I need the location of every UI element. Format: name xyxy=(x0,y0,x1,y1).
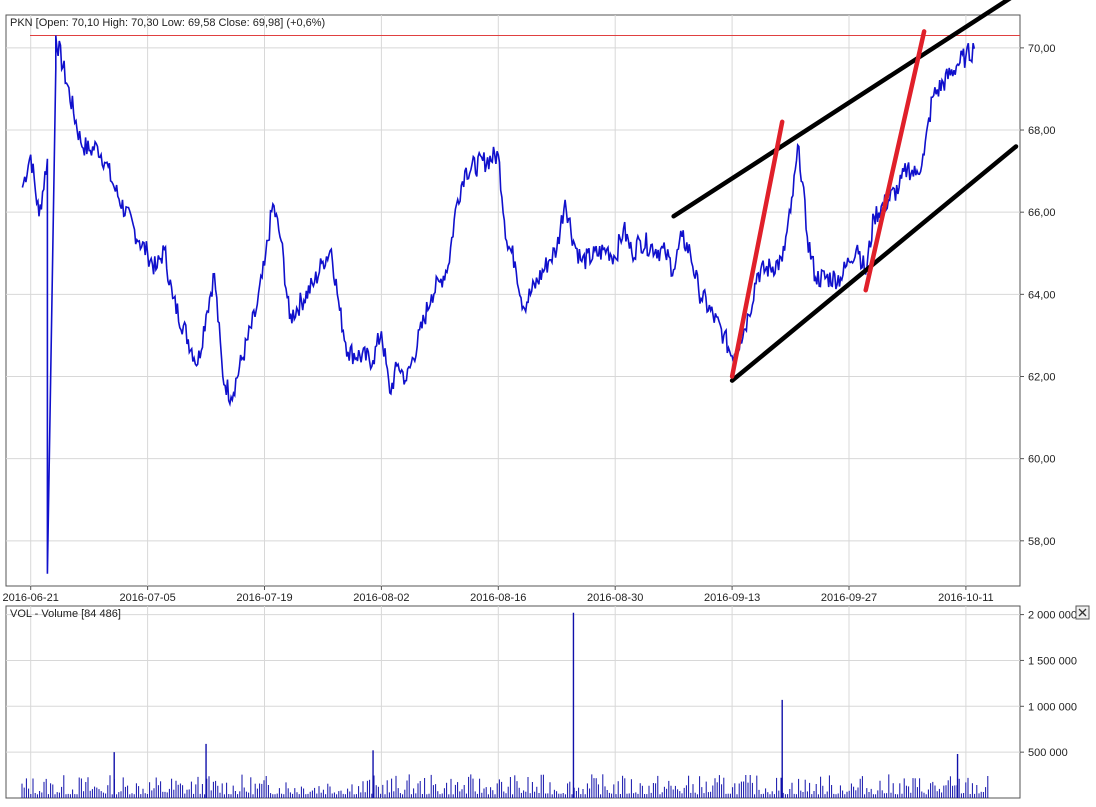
price-x-axis: 2016-06-21 2016-07-05 2016-07-19 2016-08-02… xyxy=(3,586,994,604)
stock-chart: 58,00 60,00 62,00 64,00 66,00 68,00 70,00 2016… xyxy=(0,0,1096,802)
price-x-tick-label: 2016-07-19 xyxy=(236,592,292,604)
volume-y-tick-label: 1 000 000 xyxy=(1028,701,1077,713)
price-x-tick-label: 2016-06-21 xyxy=(3,592,59,604)
price-x-tick-label: 2016-07-05 xyxy=(119,592,175,604)
price-x-tick-label: 2016-09-13 xyxy=(704,592,760,604)
price-x-tick-label: 2016-10-11 xyxy=(938,592,993,604)
price-y-tick-label: 68,00 xyxy=(1028,125,1056,137)
price-x-tick-label: 2016-08-02 xyxy=(353,592,409,604)
price-y-tick-label: 58,00 xyxy=(1028,536,1056,548)
volume-panel xyxy=(5,605,1021,799)
price-y-axis: 58,00 60,00 62,00 64,00 66,00 68,00 70,00 xyxy=(1020,43,1056,548)
close-icon[interactable] xyxy=(1075,605,1090,620)
price-y-tick-label: 62,00 xyxy=(1028,371,1056,383)
volume-y-tick-label: 1 500 000 xyxy=(1028,655,1077,667)
price-y-tick-label: 70,00 xyxy=(1028,43,1056,55)
price-x-tick-label: 2016-08-30 xyxy=(587,592,643,604)
volume-y-tick-label: 500 000 xyxy=(1028,747,1068,759)
price-x-tick-label: 2016-09-27 xyxy=(821,592,877,604)
volume-y-tick-label: 2 000 000 xyxy=(1028,610,1077,622)
price-y-tick-label: 66,00 xyxy=(1028,207,1056,219)
volume-legend: VOL - Volume [84 486] xyxy=(10,608,121,620)
price-x-tick-label: 2016-08-16 xyxy=(470,592,526,604)
price-y-tick-label: 60,00 xyxy=(1028,454,1056,466)
volume-y-axis: 500 000 1 000 000 1 500 000 2 000 000 xyxy=(1020,610,1077,759)
price-legend: PKN [Open: 70,10 High: 70,30 Low: 69,58 … xyxy=(10,17,325,29)
chart-canvas: 58,00 60,00 62,00 64,00 66,00 68,00 70,00 2016… xyxy=(3,0,1090,799)
price-panel xyxy=(5,14,1021,587)
price-y-tick-label: 64,00 xyxy=(1028,289,1056,301)
